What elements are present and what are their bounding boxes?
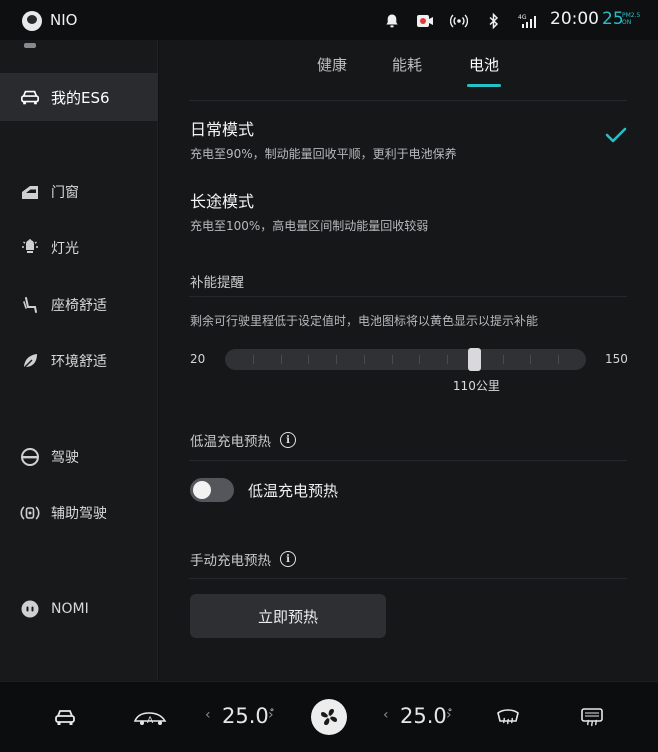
aqi-label: PM2.5 ON	[622, 12, 640, 26]
sidebar-item-label: 灯光	[51, 241, 79, 257]
slider-tick	[502, 355, 504, 364]
sidebar-item-label: 门窗	[51, 185, 79, 201]
sidebar: 我的ES6 门窗 灯光 座椅舒适 环境舒适 驾驶 辅助驾驶 NOMI	[0, 40, 158, 681]
sidebar-item-label: NOMI	[51, 601, 89, 617]
recharge-reminder-desc: 剩余可行驶里程低于设定值时，电池图标将以黄色显示以提示补能	[190, 314, 539, 328]
check-icon	[605, 127, 627, 143]
car-icon	[20, 87, 40, 107]
partial-icon	[20, 30, 40, 50]
sidebar-item-label: 我的ES6	[51, 88, 110, 107]
divider	[189, 296, 627, 297]
climate-dock: A ‹ 25.0° › ‹ 25.0° ›	[0, 681, 658, 752]
slider-tick	[419, 355, 421, 364]
cellular-signal-icon: 4G	[518, 12, 538, 29]
slider-tick	[336, 355, 338, 364]
rear-defrost-icon[interactable]	[580, 706, 604, 728]
info-icon[interactable]: i	[280, 432, 296, 448]
divider	[189, 460, 627, 461]
divider	[189, 578, 627, 579]
right-temperature: 25.0°	[400, 704, 452, 728]
steering-wheel-icon	[20, 447, 40, 467]
fan-icon	[321, 709, 337, 725]
slider-tick	[391, 355, 393, 364]
slider-max-label: 150	[605, 352, 628, 366]
sidebar-item-assisted-driving[interactable]: 辅助驾驶	[0, 489, 158, 537]
sidebar-item-my-es6[interactable]: 我的ES6	[0, 73, 158, 121]
sidebar-item-driving[interactable]: 驾驶	[0, 433, 158, 481]
long-trip-mode-desc: 充电至100%，高电量区间制动能量回收较弱	[190, 219, 429, 233]
chevron-right-icon[interactable]: ›	[446, 707, 452, 723]
tab-bar: 健康 能耗 电池	[159, 40, 658, 88]
battery-settings-panel: 健康 能耗 电池 日常模式 充电至90%，制动能量回收平顺，更利于电池保养 长途…	[159, 40, 658, 681]
slider-tick	[252, 355, 254, 364]
daily-mode-title: 日常模式	[190, 120, 255, 139]
daily-mode-desc: 充电至90%，制动能量回收平顺，更利于电池保养	[190, 147, 457, 161]
sidebar-item-environment-comfort[interactable]: 环境舒适	[0, 337, 158, 385]
slider-tick	[447, 355, 449, 364]
manual-preheat-title: 手动充电预热	[190, 553, 271, 569]
low-temp-preheat-title: 低温充电预热	[190, 434, 271, 450]
clock: 20:00	[550, 9, 599, 29]
left-temperature: 25.0°	[222, 704, 274, 728]
sidebar-item-label: 辅助驾驶	[51, 506, 107, 522]
range-slider-track[interactable]	[225, 349, 586, 370]
toggle-knob	[193, 481, 211, 499]
auto-climate-icon[interactable]: A	[133, 706, 169, 728]
sidebar-item-label: 环境舒适	[51, 354, 107, 370]
front-defrost-icon[interactable]	[496, 706, 520, 728]
slider-min-label: 20	[190, 352, 206, 366]
fan-button[interactable]	[311, 699, 347, 735]
chevron-left-icon[interactable]: ‹	[383, 707, 389, 723]
low-temp-preheat-section: 低温充电预热 i	[190, 430, 296, 450]
active-tab-indicator	[467, 84, 501, 87]
sidebar-item-label: 座椅舒适	[51, 298, 107, 314]
slider-tick	[308, 355, 310, 364]
sidebar-item-partial[interactable]	[0, 16, 158, 64]
slider-tick	[558, 355, 560, 364]
manual-preheat-section: 手动充电预热 i	[190, 549, 296, 569]
seat-icon	[20, 295, 40, 315]
car-icon[interactable]	[53, 706, 77, 728]
aqi-value[interactable]: 25	[602, 9, 624, 29]
recharge-reminder-title: 补能提醒	[190, 275, 244, 291]
slider-tick	[530, 355, 532, 364]
chevron-left-icon[interactable]: ‹	[205, 707, 211, 723]
sidebar-item-label: 驾驶	[51, 450, 79, 466]
bell-icon[interactable]	[383, 12, 401, 29]
window-icon	[20, 182, 40, 202]
slider-value-label: 110公里	[452, 379, 500, 393]
long-trip-mode-title: 长途模式	[190, 192, 255, 211]
sidebar-item-lights[interactable]: 灯光	[0, 224, 158, 272]
info-icon[interactable]: i	[280, 551, 296, 567]
light-icon	[20, 238, 40, 258]
svg-text:A: A	[147, 716, 154, 726]
wifi-hotspot-icon[interactable]	[450, 12, 468, 29]
dashcam-icon[interactable]	[416, 12, 434, 29]
slider-tick	[280, 355, 282, 364]
left-temperature-value: 25.0	[222, 704, 269, 728]
aqi-unit: PM2.5	[622, 12, 641, 19]
chevron-right-icon[interactable]: ›	[268, 707, 274, 723]
low-temp-preheat-toggle[interactable]	[190, 478, 234, 502]
sidebar-item-doors-windows[interactable]: 门窗	[0, 168, 158, 216]
tab-health[interactable]: 健康	[317, 54, 347, 75]
leaf-icon	[20, 351, 40, 371]
range-slider-thumb[interactable]	[468, 348, 482, 371]
bluetooth-icon[interactable]	[485, 12, 503, 29]
low-temp-preheat-toggle-label: 低温充电预热	[248, 482, 339, 500]
tab-energy-consumption[interactable]: 能耗	[392, 54, 422, 75]
assist-driving-icon	[20, 503, 40, 523]
svg-text:4G: 4G	[518, 14, 527, 21]
tab-battery[interactable]: 电池	[469, 54, 499, 75]
aqi-status: ON	[622, 19, 632, 26]
sidebar-item-seat-comfort[interactable]: 座椅舒适	[0, 281, 158, 329]
slider-tick	[363, 355, 365, 364]
sidebar-item-nomi[interactable]: NOMI	[0, 585, 158, 633]
right-temperature-value: 25.0	[400, 704, 447, 728]
nomi-icon	[20, 599, 40, 619]
preheat-now-button[interactable]: 立即预热	[190, 594, 386, 638]
divider	[189, 100, 627, 101]
